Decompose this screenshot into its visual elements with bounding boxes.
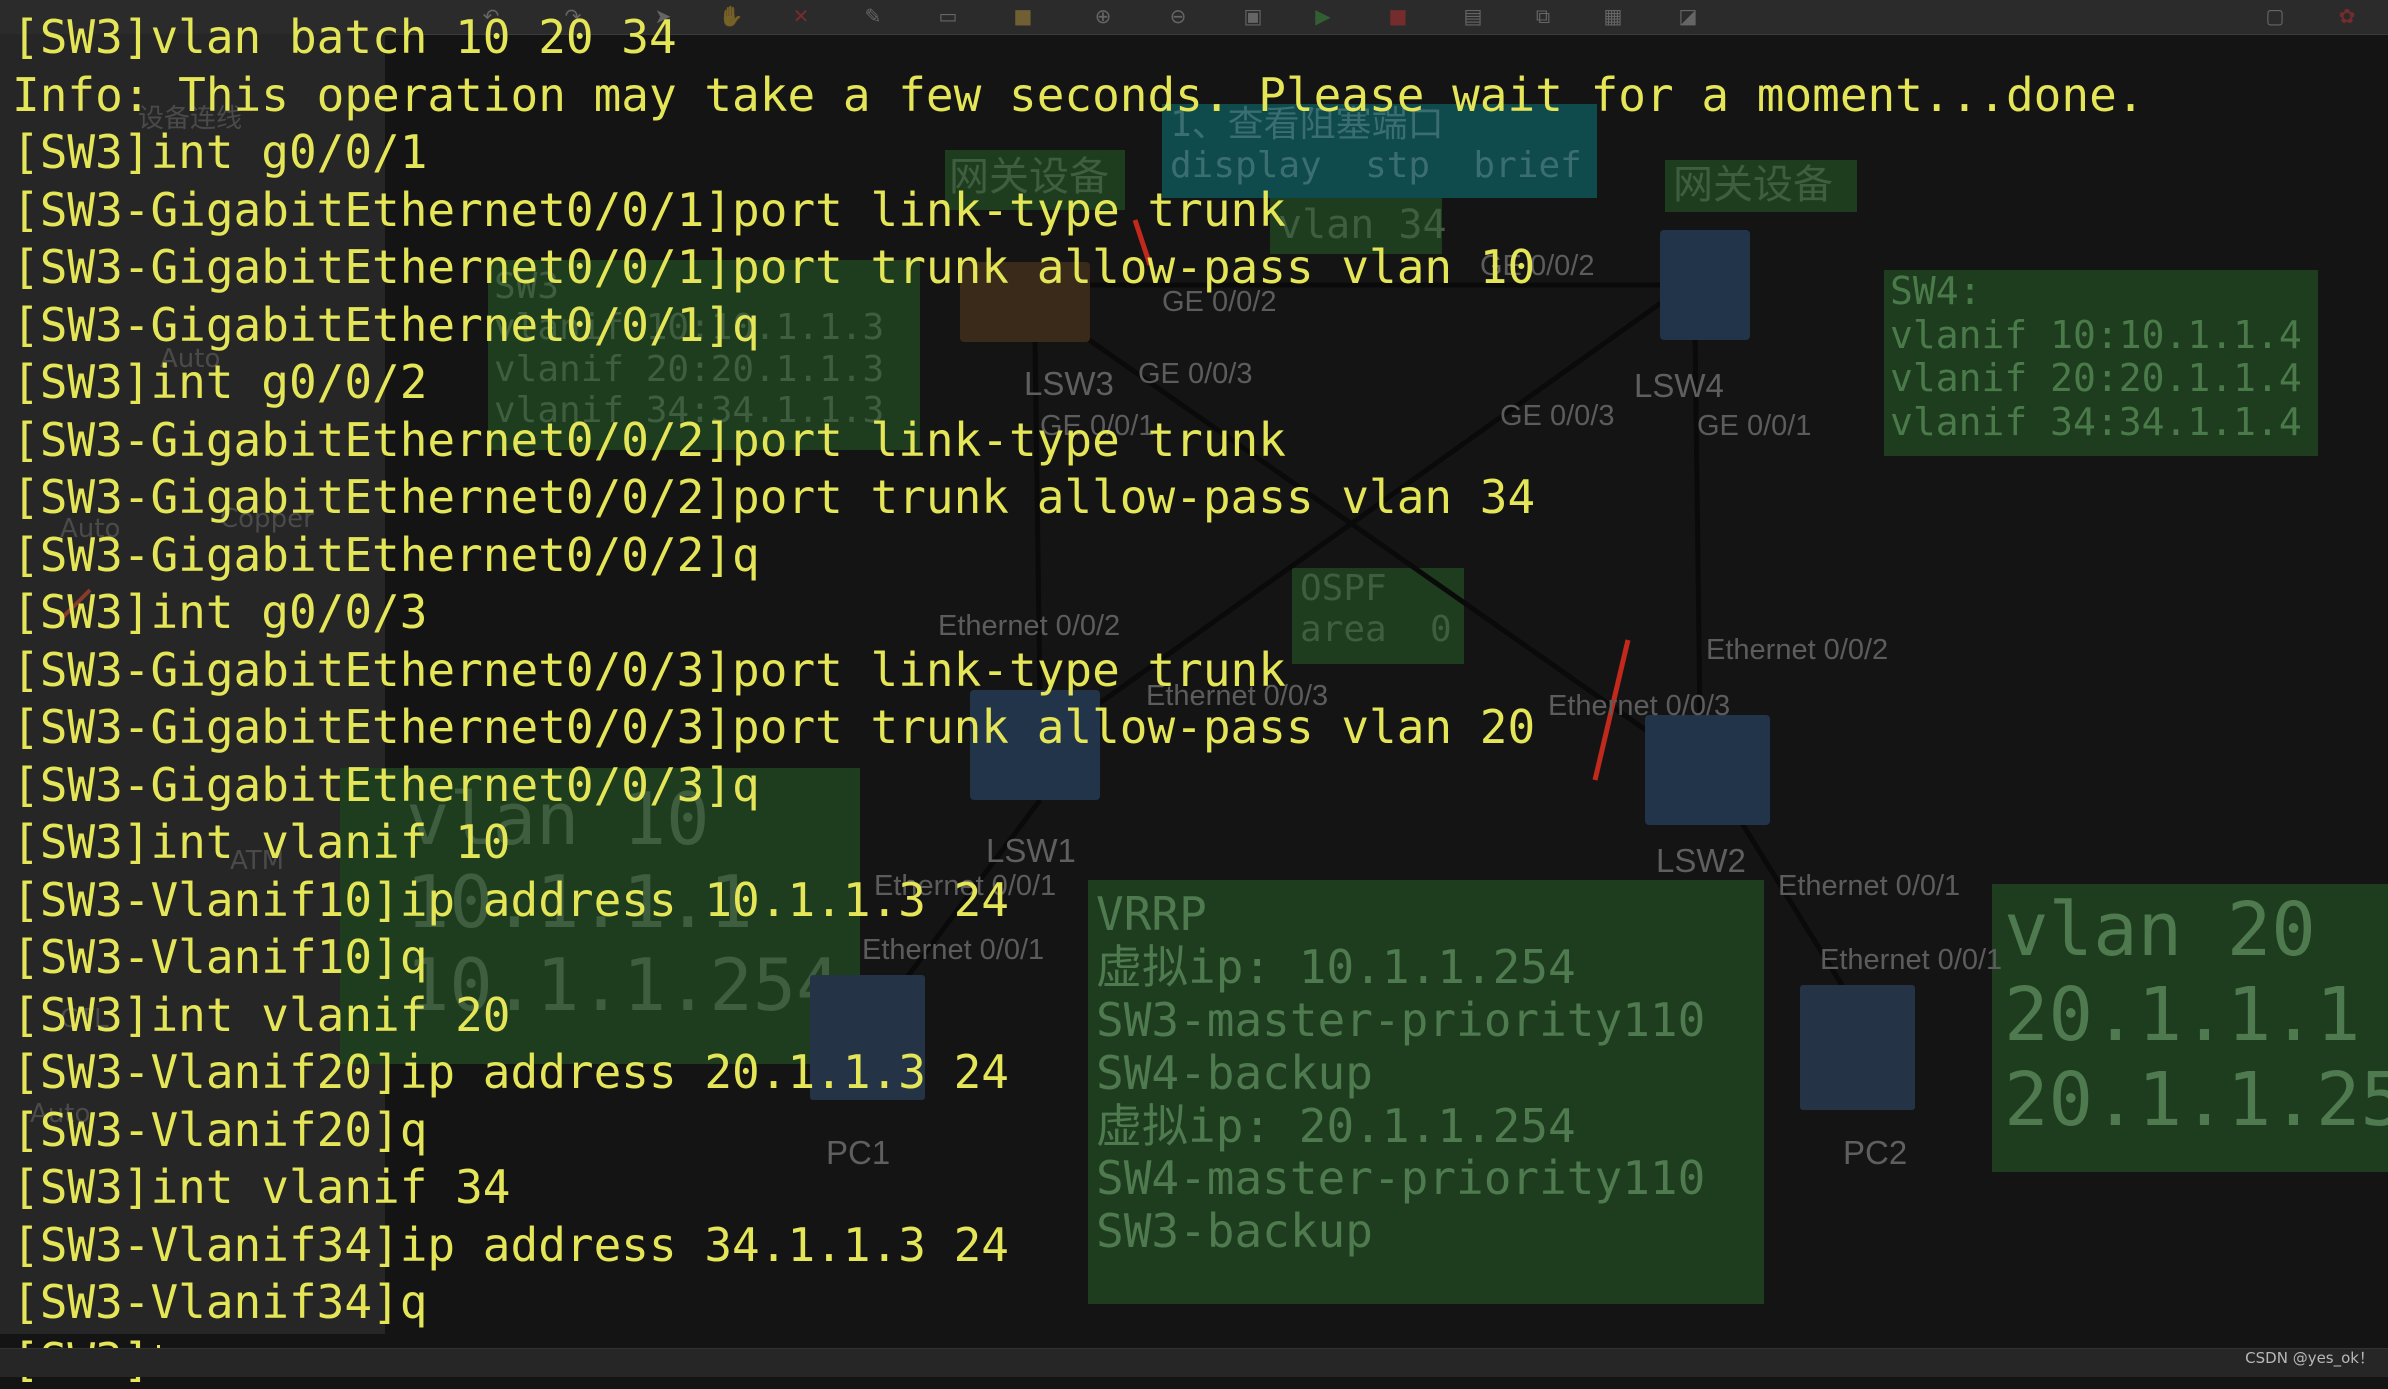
terminal-line: [SW3-GigabitEthernet0/0/2]port link-type… [12, 412, 1286, 467]
terminal-line: [SW3-GigabitEthernet0/0/1]q [12, 297, 760, 352]
terminal-line: [SW3]vlan batch 10 20 34 [12, 10, 677, 64]
terminal-line: [SW3-GigabitEthernet0/0/1]port trunk all… [12, 240, 1536, 294]
terminal-line: [SW3-GigabitEthernet0/0/3]port trunk all… [12, 700, 1536, 754]
terminal-line: [SW3]int g0/0/2 [12, 355, 428, 409]
terminal-line: [SW3]int vlanif 34 [12, 1160, 511, 1214]
terminal-line: [SW3-GigabitEthernet0/0/3]q [12, 757, 760, 812]
terminal-line: [SW3-Vlanif34]ip address 34.1.1.3 24 [12, 1217, 1009, 1272]
terminal-line: [SW3-Vlanif20]q [12, 1102, 428, 1157]
terminal-line: [SW3]int vlanif 10 [12, 815, 511, 869]
terminal-line: Info: This operation may take a few seco… [12, 67, 2145, 122]
terminal-line: [SW3]int g0/0/1 [12, 125, 428, 179]
terminal-line: [SW3-Vlanif10]ip address 10.1.1.3 24 [12, 872, 1009, 927]
horizontal-scrollbar[interactable] [0, 1348, 2388, 1377]
terminal-line: [SW3-GigabitEthernet0/0/3]port link-type… [12, 642, 1286, 697]
terminal-line: [SW3-GigabitEthernet0/0/1]port link-type… [12, 182, 1286, 237]
terminal-line: [SW3]int vlanif 20 [12, 987, 511, 1042]
terminal-line: [SW3-GigabitEthernet0/0/2]port trunk all… [12, 470, 1536, 524]
terminal-line: [SW3-GigabitEthernet0/0/2]q [12, 527, 760, 582]
terminal-line: [SW3]int g0/0/3 [12, 585, 428, 639]
cli-terminal[interactable]: [SW3]vlan batch 10 20 34 Info: This opera… [0, 0, 2388, 1387]
watermark: CSDN @yes_ok！ [2245, 1349, 2374, 1367]
terminal-line: [SW3-Vlanif34]q [12, 1275, 428, 1329]
terminal-line: [SW3-Vlanif20]ip address 20.1.1.3 24 [12, 1045, 1009, 1099]
terminal-line: [SW3-Vlanif10]q [12, 930, 428, 984]
